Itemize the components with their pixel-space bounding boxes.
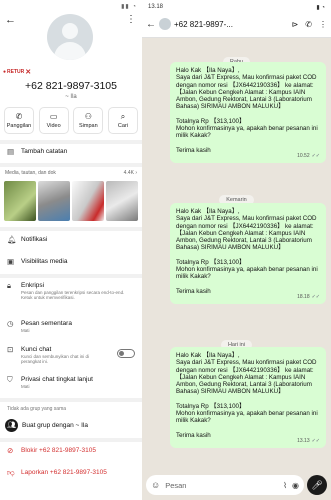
add-call-icon[interactable]: ✆ — [305, 20, 312, 29]
lock-icon: 🔒︎ — [7, 281, 11, 290]
mic-button[interactable]: 🎤︎ — [307, 475, 327, 495]
call-button[interactable]: ✆ Panggilan — [4, 107, 34, 134]
thumbs-down-icon: 👎︎ — [7, 468, 15, 477]
video-icon: ▭ — [49, 111, 58, 121]
block-contact-item[interactable]: ⊘ Blokir +62 821-9897-3105 — [0, 447, 142, 455]
shield-icon: ⛉ — [7, 375, 13, 384]
video-call-button[interactable]: ▭ Video — [38, 107, 69, 134]
disappearing-messages-item[interactable]: ◷ Pesan sementara Mati — [0, 319, 142, 334]
contact-actions: ✆ Panggilan ▭ Video ⚇ Simpan ⌕ Cari — [4, 107, 138, 134]
media-header[interactable]: Media, tautan, dan dok 4.4K › — [5, 170, 137, 176]
status-bar: 13.18 ▮ ◔ — [148, 4, 325, 11]
image-icon: ▣ — [7, 257, 15, 266]
advanced-privacy-item[interactable]: ⛉ Privasi chat tingkat lanjut Mati — [0, 375, 142, 390]
message-meta: 13.13 ✓✓ — [297, 437, 320, 444]
message-text: Totalnya Rp 【313,100】 Mohon konfirmasiny… — [176, 258, 318, 281]
group-icon: 👥︎ — [5, 419, 18, 432]
mic-icon: 🎤︎ — [311, 480, 323, 490]
read-receipt-icon: ✓✓ — [311, 437, 320, 444]
contact-name: ~ Ila — [65, 94, 77, 100]
message-text: Halo Kak 【Ila Naya】, Saya dari J&T Expre… — [176, 67, 317, 111]
add-note-item[interactable]: ▤ Tambah catatan — [0, 148, 142, 156]
media-thumbnail[interactable] — [4, 181, 36, 221]
back-arrow-icon[interactable]: ← — [5, 14, 16, 26]
attach-icon[interactable]: ⌇ — [283, 481, 287, 490]
message-placeholder: Pesan — [165, 480, 187, 490]
chat-panel: 13.18 ▮ ◔ ← +62 821-9897-... ⊳ ✆ ⋮ Rabu … — [142, 0, 331, 500]
camera-icon[interactable]: ◉ — [292, 481, 299, 490]
retur-label: ● RETUR ✕ — [3, 69, 32, 76]
note-icon: ▤ — [7, 147, 15, 156]
media-thumbnail[interactable] — [38, 181, 70, 221]
add-person-icon: ⚇ — [84, 111, 92, 121]
label-icon[interactable]: ⊳ — [292, 20, 299, 29]
contact-phone: +62 821-9897-3105 — [25, 80, 117, 92]
message-text: Totalnya Rp 【313,100】 Mohon konfirmasiny… — [176, 402, 318, 425]
encryption-item[interactable]: 🔒︎ Enkripsi Pesan dan panggilan terenkri… — [0, 281, 142, 301]
chat-title[interactable]: +62 821-9897-... — [174, 20, 285, 29]
more-options-icon[interactable]: ⋮ — [126, 14, 136, 25]
report-contact-item[interactable]: 👎︎ Laporkan +62 821-9897-3105 — [0, 469, 142, 477]
timer-icon: ◷ — [7, 319, 14, 328]
read-receipt-icon: ✓✓ — [311, 293, 320, 300]
phone-icon: ✆ — [15, 111, 23, 121]
message-bubble[interactable]: Halo Kak 【Ila Naya】, Saya dari J&T Expre… — [170, 203, 326, 304]
message-input[interactable]: ☺ Pesan ⌇ ◉ — [146, 475, 304, 495]
search-button[interactable]: ⌕ Cari — [107, 107, 138, 134]
message-text: Halo Kak 【Ila Naya】, Saya dari J&T Expre… — [176, 208, 317, 252]
message-bubble[interactable]: Halo Kak 【Ila Naya】, Saya dari J&T Expre… — [170, 62, 326, 163]
media-thumbnails — [4, 181, 138, 221]
search-icon: ⌕ — [120, 111, 126, 121]
media-visibility-item[interactable]: ▣ Visibilitas media — [0, 258, 142, 266]
media-thumbnail[interactable] — [72, 181, 104, 221]
notifications-item[interactable]: 🔔︎ Notifikasi — [0, 236, 142, 244]
more-options-icon[interactable]: ⋮ — [319, 20, 327, 29]
chat-lock-toggle[interactable] — [117, 349, 135, 358]
bell-icon: 🔔︎ — [7, 235, 17, 244]
status-time: 13.18 — [148, 4, 164, 10]
chat-avatar[interactable] — [159, 18, 171, 30]
chat-header: 13.18 ▮ ◔ ← +62 821-9897-... ⊳ ✆ ⋮ — [142, 0, 331, 38]
emoji-icon[interactable]: ☺ — [151, 480, 160, 490]
save-contact-button[interactable]: ⚇ Simpan — [73, 107, 104, 134]
message-meta: 18.18 ✓✓ — [297, 293, 320, 300]
message-meta: 10.52 ✓✓ — [297, 152, 320, 159]
back-arrow-icon[interactable]: ← — [146, 19, 156, 30]
chat-lock-icon: ⊡ — [7, 345, 14, 354]
media-thumbnail[interactable] — [106, 181, 138, 221]
message-bubble[interactable]: Halo Kak 【Ila Naya】, Saya dari J&T Expre… — [170, 347, 326, 448]
create-group-item[interactable]: 👥︎ Buat grup dengan ~ Ila — [0, 419, 142, 432]
contact-avatar[interactable] — [47, 14, 93, 60]
status-bar: ▮▮ ◔ — [0, 0, 142, 14]
status-icons: ▮ ◔ — [316, 5, 325, 11]
read-receipt-icon: ✓✓ — [311, 152, 320, 159]
message-text: Halo Kak 【Ila Naya】, Saya dari J&T Expre… — [176, 352, 317, 396]
no-common-groups-label: Tidak ada grup yang sama — [7, 406, 67, 412]
status-icons: ▮▮ ◔ — [121, 4, 137, 10]
x-mark-icon: ✕ — [25, 69, 32, 76]
message-text: Totalnya Rp 【313,100】 Mohon konfirmasiny… — [176, 117, 318, 140]
block-icon: ⊘ — [7, 446, 14, 455]
contact-info-panel: ▮▮ ◔ ← ⋮ ● RETUR ✕ +62 821-9897-3105 ~ I… — [0, 0, 142, 500]
